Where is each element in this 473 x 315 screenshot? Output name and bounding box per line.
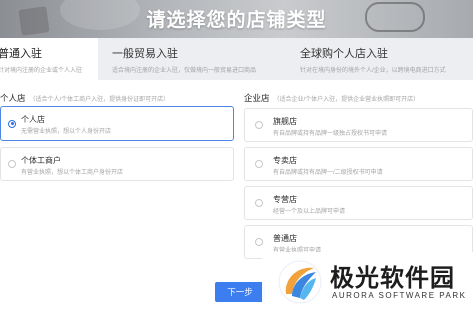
tab-general-trade[interactable]: 一般贸易入驻 适合境内注册的企业入驻，仅做境内一般贸易进口商品	[98, 38, 278, 80]
option-title: 专营店	[273, 195, 297, 204]
option-desc: 经营一个及以上品牌可申请	[273, 209, 346, 215]
radio-icon[interactable]	[255, 238, 263, 246]
radio-icon[interactable]	[255, 160, 263, 168]
enterprise-heading-hint: （适合企业/个体户入驻，提供企业营业执照即可开店）	[273, 97, 420, 103]
tab-label: 一般贸易入驻	[112, 48, 178, 60]
option-individual-business[interactable]: 个体工商户 有营业执照，想以个体工商户身份开店	[0, 147, 234, 181]
option-desc: 有自品牌或持有品牌一/二级授权书可申请	[273, 170, 383, 176]
header-banner: 请选择您的店铺类型	[0, 0, 473, 38]
enterprise-section-heading: 企业店 （适合企业/个体户入驻，提供企业营业执照即可开店）	[244, 92, 419, 104]
option-desc: 有营业执照，想以个体工商户身份开店	[21, 170, 124, 176]
option-desc: 有自品牌或持有品牌一级独占授权书可申请	[273, 131, 388, 137]
tab-label: 普通入驻	[0, 48, 42, 60]
tab-ordinary[interactable]: 普通入驻 针对境内注册的企业或个人入驻	[0, 38, 98, 80]
option-personal-store[interactable]: 个人店 无需营业执照，想以个人身份开店	[0, 106, 234, 141]
personal-heading-label: 个人店	[0, 93, 26, 103]
personal-section-heading: 个人店 （适合个人/个体工商户入驻，提供身份证即可开店）	[0, 92, 169, 104]
option-title: 普通店	[273, 234, 297, 243]
watermark-name: 极光软件园	[330, 265, 455, 292]
watermark-subtitle: AURORA SOFTWARE PARK	[332, 291, 467, 300]
tab-desc: 适合境内注册的企业入驻，仅做境内一般贸易进口商品	[112, 68, 257, 74]
watermark-overlay: 极光软件园 AURORA SOFTWARE PARK	[262, 252, 473, 315]
personal-heading-hint: （适合个人/个体工商户入驻，提供身份证即可开店）	[29, 97, 170, 103]
aurora-logo-icon	[278, 260, 322, 304]
tab-label: 全球购个人店入驻	[300, 48, 388, 60]
option-desc: 无需营业执照，想以个人身份开店	[21, 129, 112, 135]
tab-desc: 针对境内注册的企业或个人入驻	[0, 68, 83, 74]
option-flagship-store[interactable]: 旗舰店 有自品牌或持有品牌一级独占授权书可申请	[244, 108, 473, 142]
option-title: 个人店	[21, 115, 45, 124]
option-title: 专卖店	[273, 156, 297, 165]
enterprise-heading-label: 企业店	[244, 93, 270, 103]
store-type-tabs: 普通入驻 针对境内注册的企业或个人入驻 一般贸易入驻 适合境内注册的企业入驻，仅…	[0, 38, 473, 80]
tab-global-personal[interactable]: 全球购个人店入驻 针对在境内身份的境外个人/企业，以跨境电商进口方式	[278, 38, 473, 80]
page-title: 请选择您的店铺类型	[146, 10, 327, 31]
radio-selected-icon[interactable]	[8, 119, 16, 128]
tab-desc: 针对在境内身份的境外个人/企业，以跨境电商进口方式	[300, 68, 446, 74]
radio-icon[interactable]	[255, 199, 263, 207]
option-title: 旗舰店	[273, 117, 297, 126]
radio-icon[interactable]	[255, 121, 263, 129]
next-step-button[interactable]: 下一步	[215, 282, 265, 302]
radio-icon[interactable]	[8, 160, 16, 168]
option-title: 个体工商户	[21, 156, 61, 165]
option-specialty-store[interactable]: 专营店 经营一个及以上品牌可申请	[244, 186, 473, 220]
option-exclusive-store[interactable]: 专卖店 有自品牌或持有品牌一/二级授权书可申请	[244, 147, 473, 181]
